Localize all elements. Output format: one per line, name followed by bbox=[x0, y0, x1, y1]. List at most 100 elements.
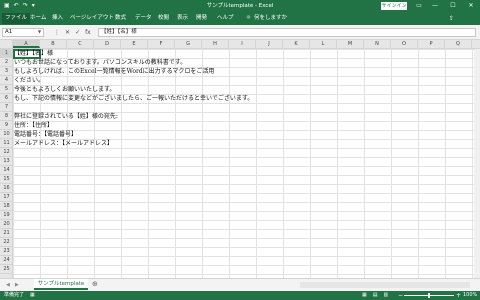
zoom-slider-knob[interactable] bbox=[428, 293, 430, 298]
sheet-tab-active[interactable]: サンプルtemplate bbox=[34, 279, 88, 290]
minimize-button[interactable]: — bbox=[428, 1, 442, 11]
horizontal-scrollbar[interactable] bbox=[300, 282, 470, 288]
cell-a11[interactable]: メールアドレス：【メールアドレス】 bbox=[14, 139, 113, 148]
row-header[interactable]: 19 bbox=[0, 211, 13, 220]
row-header[interactable]: 17 bbox=[0, 193, 13, 202]
column-header[interactable]: O bbox=[391, 40, 418, 48]
status-mode: 準備完了 bbox=[4, 292, 25, 298]
tab-file[interactable]: ファイル bbox=[2, 13, 31, 24]
row-header[interactable]: 3 bbox=[0, 67, 13, 76]
row-header[interactable]: 21 bbox=[0, 229, 13, 238]
row-header[interactable]: 1 bbox=[0, 49, 13, 58]
tab-formulas[interactable]: 数式 bbox=[112, 13, 129, 24]
cell-a10[interactable]: 電話番号：【電話番号】 bbox=[14, 130, 77, 139]
column-header[interactable]: K bbox=[283, 40, 310, 48]
sheet-navigation: ◀ ▶ bbox=[6, 281, 19, 290]
row-headers: 1 2 3 4 5 6 7 8 9 10 11 12 13 14 15 16 17 18 19 20 21 22 23 24 2… bbox=[0, 49, 13, 278]
column-header[interactable]: P bbox=[418, 40, 445, 48]
cancel-icon[interactable]: ✕ bbox=[65, 28, 70, 37]
column-header[interactable]: C bbox=[67, 40, 94, 48]
column-header[interactable]: D bbox=[94, 40, 121, 48]
insert-function-icon[interactable]: fx bbox=[85, 28, 91, 37]
cell-a2[interactable]: いつもお世話になっております。パソコンスキルの教科書です。 bbox=[14, 58, 186, 67]
column-headers: ABCDEFGHIJKLMNOPQ bbox=[13, 40, 480, 49]
close-button[interactable]: ✕ bbox=[464, 1, 478, 11]
zoom-out-button[interactable]: − bbox=[398, 291, 403, 300]
ribbon-display-icon[interactable]: ▭ bbox=[412, 1, 426, 11]
row-header[interactable]: 10 bbox=[0, 130, 13, 139]
chevron-down-icon[interactable]: ▼ bbox=[38, 29, 41, 34]
column-header[interactable]: L bbox=[310, 40, 337, 48]
column-header[interactable]: M bbox=[337, 40, 364, 48]
row-header[interactable]: 9 bbox=[0, 121, 13, 130]
cell-area[interactable] bbox=[13, 49, 480, 278]
row-header[interactable]: 12 bbox=[0, 148, 13, 157]
row-header[interactable]: 7 bbox=[0, 103, 13, 112]
row-header[interactable]: 18 bbox=[0, 202, 13, 211]
cell-a5[interactable]: 今後ともよろしくお願いいたします。 bbox=[14, 85, 115, 94]
lightbulb-icon: ☼ bbox=[246, 15, 251, 21]
page-layout-view-icon[interactable]: ▤ bbox=[373, 291, 378, 300]
row-header[interactable]: 24 bbox=[0, 256, 13, 265]
formula-bar-icons: ⋮ ✕ ✓ fx bbox=[54, 28, 91, 37]
select-all-corner[interactable] bbox=[0, 40, 13, 49]
maximize-button[interactable]: ☐ bbox=[446, 1, 460, 11]
column-header[interactable]: E bbox=[121, 40, 148, 48]
row-header[interactable]: 4 bbox=[0, 76, 13, 85]
title-bar: ▣ ↶ ↷ ▾ サンプルtemplate - Excel サインイン ▭ — ☐… bbox=[0, 0, 480, 12]
tell-me-box[interactable]: ☼ 何をしますか bbox=[246, 13, 287, 24]
column-header[interactable]: N bbox=[364, 40, 391, 48]
enter-icon[interactable]: ✓ bbox=[75, 28, 80, 37]
row-header[interactable]: 6 bbox=[0, 94, 13, 103]
signin-button[interactable]: サインイン bbox=[381, 2, 407, 10]
tab-view[interactable]: 表示 bbox=[174, 13, 191, 24]
row-header[interactable]: 11 bbox=[0, 139, 13, 148]
column-header[interactable]: H bbox=[202, 40, 229, 48]
view-switcher: ▦ ▤ ▥ bbox=[362, 291, 388, 300]
window-title: サンプルtemplate - Excel bbox=[206, 3, 274, 9]
page-break-view-icon[interactable]: ▥ bbox=[383, 291, 388, 300]
chevron-right-icon[interactable]: ▶ bbox=[15, 281, 19, 290]
tab-data[interactable]: データ bbox=[132, 13, 155, 24]
row-header[interactable]: 16 bbox=[0, 184, 13, 193]
tab-home[interactable]: ホーム bbox=[27, 13, 49, 24]
spreadsheet-grid[interactable]: ABCDEFGHIJKLMNOPQ 1 2 3 4 5 6 7 8 9 10 11 12 13 14 15 1… bbox=[0, 40, 480, 278]
vertical-scrollbar[interactable] bbox=[474, 49, 480, 278]
cell-a9[interactable]: 住所：【住所】 bbox=[14, 121, 53, 130]
column-header[interactable]: B bbox=[40, 40, 67, 48]
column-header[interactable]: I bbox=[229, 40, 256, 48]
macro-record-icon[interactable]: ▦ bbox=[30, 291, 35, 300]
cell-a4[interactable]: ください。 bbox=[14, 76, 44, 85]
zoom-level[interactable]: 100% bbox=[463, 291, 477, 300]
column-header[interactable]: G bbox=[175, 40, 202, 48]
row-header[interactable]: 13 bbox=[0, 157, 13, 166]
cell-a6[interactable]: もし、下記の情報に変更などがございましたら、ご一報いただけると幸いでございます。 bbox=[14, 94, 253, 103]
row-header[interactable]: 14 bbox=[0, 166, 13, 175]
share-icon[interactable]: ⇪ bbox=[449, 13, 454, 24]
row-header[interactable]: 15 bbox=[0, 175, 13, 184]
row-header[interactable]: 23 bbox=[0, 247, 13, 256]
row-header[interactable]: 8 bbox=[0, 112, 13, 121]
row-header[interactable]: 22 bbox=[0, 238, 13, 247]
row-header[interactable]: 20 bbox=[0, 220, 13, 229]
cell-a8[interactable]: 弊社に登録されている【姓】様の宛先: bbox=[14, 112, 118, 121]
cell-a1[interactable]: 【姓】【名】様 bbox=[14, 49, 53, 58]
tab-insert[interactable]: 挿入 bbox=[49, 13, 66, 24]
tab-developer[interactable]: 開発 bbox=[193, 13, 210, 24]
cell-a3[interactable]: もしよろしければ、このExcel一覧情報をWordに出力するマクロをご活用 bbox=[14, 67, 214, 76]
chevron-left-icon[interactable]: ◀ bbox=[6, 281, 10, 290]
normal-view-icon[interactable]: ▦ bbox=[362, 291, 367, 300]
row-header[interactable]: 25 bbox=[0, 265, 13, 274]
column-header[interactable]: J bbox=[256, 40, 283, 48]
tab-review[interactable]: 校閲 bbox=[155, 13, 172, 24]
add-sheet-icon[interactable]: ⊕ bbox=[92, 280, 98, 289]
formula-input[interactable]: 【姓】【名】様 bbox=[98, 28, 476, 37]
column-header[interactable]: A bbox=[13, 40, 40, 48]
zoom-in-button[interactable]: + bbox=[456, 291, 461, 300]
column-header[interactable]: Q bbox=[445, 40, 472, 48]
tab-page-layout[interactable]: ページレイアウト bbox=[67, 13, 117, 24]
column-header[interactable]: F bbox=[148, 40, 175, 48]
row-header[interactable]: 5 bbox=[0, 85, 13, 94]
row-header[interactable]: 2 bbox=[0, 58, 13, 67]
tab-help[interactable]: ヘルプ bbox=[214, 13, 237, 24]
